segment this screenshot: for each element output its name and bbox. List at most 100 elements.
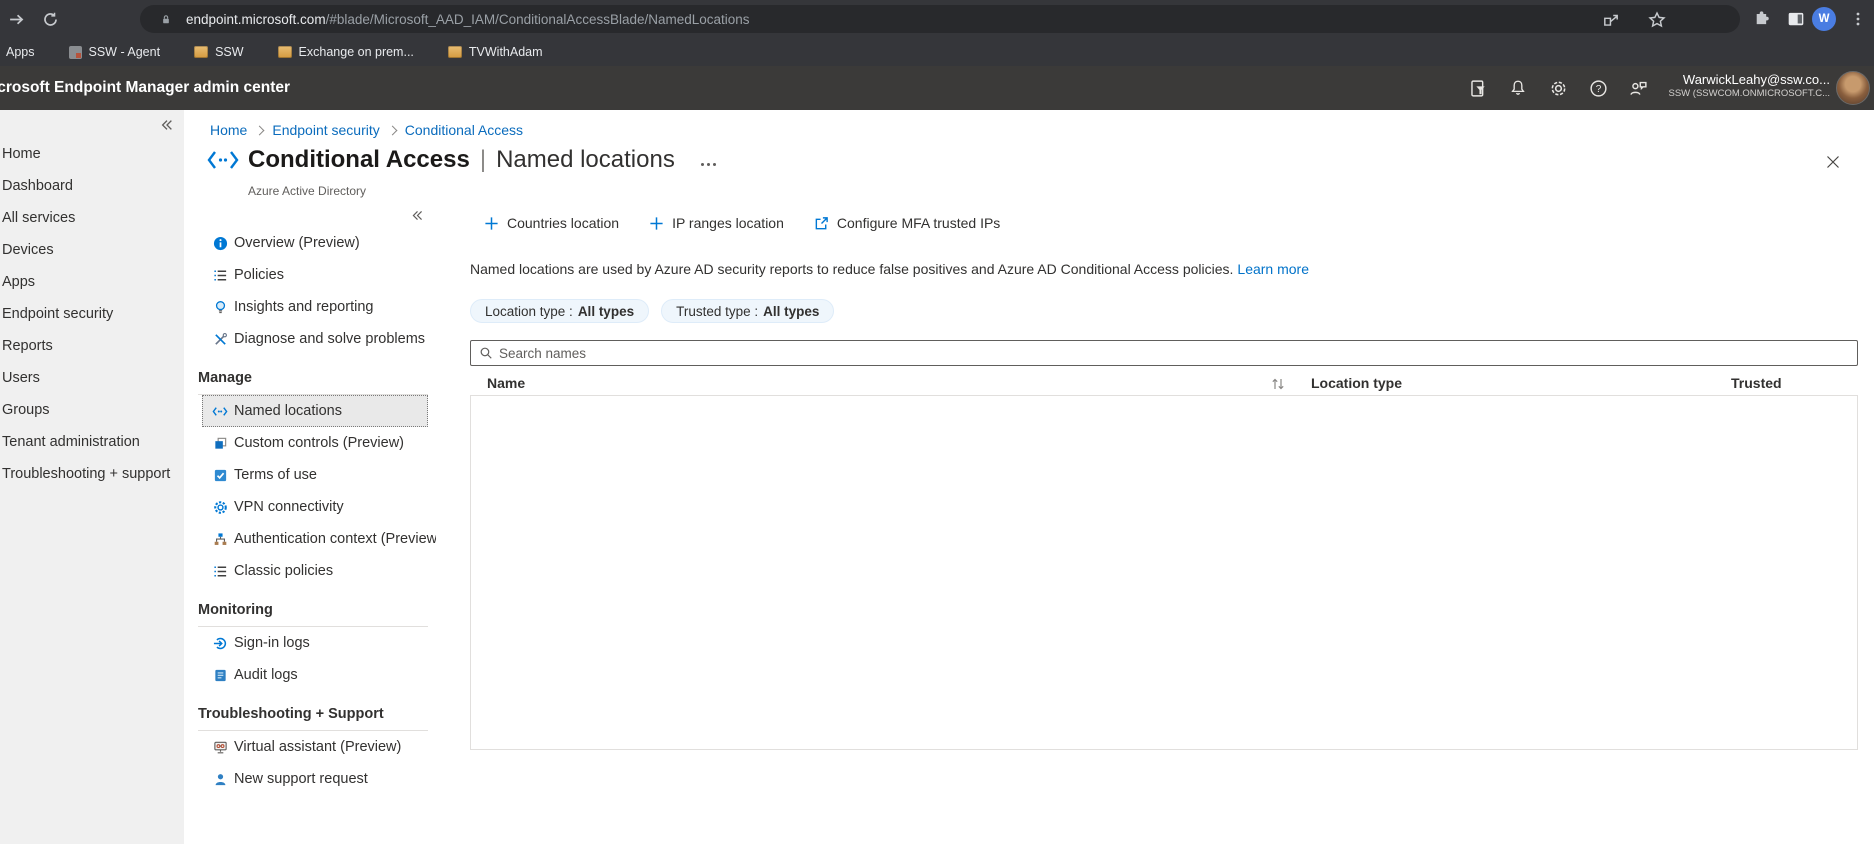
share-icon[interactable] (1602, 11, 1622, 31)
sidebar-item-home[interactable]: Home (0, 138, 184, 170)
overflow-menu-icon[interactable] (700, 155, 716, 166)
browser-profile-avatar[interactable]: W (1812, 7, 1836, 31)
list-icon (212, 267, 228, 283)
sidebar-item-dashboard[interactable]: Dashboard (0, 170, 184, 202)
breadcrumb-conditional-access[interactable]: Conditional Access (405, 122, 523, 138)
reload-icon[interactable] (38, 7, 62, 31)
sidebar-item-users[interactable]: Users (0, 362, 184, 394)
folder-icon (277, 46, 292, 58)
browser-menu-dots-icon[interactable] (1846, 7, 1870, 31)
menu-item-virtual-assistant[interactable]: Virtual assistant (Preview) (202, 731, 428, 763)
blade-content: Countries location IP ranges location Co… (470, 205, 1858, 750)
sidebar-collapse-icon[interactable] (160, 118, 174, 132)
menu-item-named-locations[interactable]: Named locations (202, 395, 428, 427)
admin-header: Microsoft Endpoint Manager admin center … (0, 66, 1874, 110)
support-person-icon (212, 771, 228, 787)
bookmark-star-icon[interactable] (1648, 11, 1668, 31)
sidebar-item-tenant-administration[interactable]: Tenant administration (0, 426, 184, 458)
sidebar-item-reports[interactable]: Reports (0, 330, 184, 362)
page-section-title: Named locations (496, 146, 675, 173)
external-link-icon (814, 216, 829, 231)
menu-item-policies[interactable]: Policies (202, 259, 428, 291)
bookmark-item[interactable]: TVWithAdam (447, 45, 543, 59)
audit-log-icon (212, 667, 228, 683)
menu-item-classic-policies[interactable]: Classic policies (202, 555, 428, 587)
menu-item-audit-logs[interactable]: Audit logs (202, 659, 428, 691)
sidebar-item-devices[interactable]: Devices (0, 234, 184, 266)
named-locations-icon (206, 147, 240, 173)
gear-icon (212, 499, 228, 515)
url-bar[interactable]: endpoint.microsoft.com/#blade/Microsoft_… (140, 5, 1740, 33)
menu-collapse-icon[interactable] (411, 209, 424, 222)
search-icon (479, 346, 493, 360)
chevron-right-icon (387, 125, 398, 135)
search-input[interactable] (499, 345, 1857, 361)
menu-item-terms-of-use[interactable]: Terms of use (202, 459, 428, 491)
breadcrumb: Home Endpoint security Conditional Acces… (210, 122, 523, 138)
bookmark-apps[interactable]: Apps (6, 45, 35, 59)
menu-item-overview[interactable]: Overview (Preview) (202, 227, 428, 259)
bookmark-item[interactable]: SSW (194, 45, 244, 59)
feedback-icon[interactable] (1627, 77, 1649, 99)
blade-menu: Overview (Preview) Policies Insights and… (184, 205, 436, 844)
menu-item-custom-controls[interactable]: Custom controls (Preview) (202, 427, 428, 459)
menu-section-manage: Manage (198, 370, 252, 386)
list-icon (212, 563, 228, 579)
main-sidebar: Home Dashboard All services Devices Apps… (0, 110, 184, 844)
bookmark-item[interactable]: SSW - Agent (68, 45, 160, 59)
lock-icon[interactable] (160, 13, 172, 26)
command-bar: Countries location IP ranges location Co… (470, 205, 1858, 241)
help-icon[interactable]: ? (1587, 77, 1609, 99)
sidebar-item-all-services[interactable]: All services (0, 202, 184, 234)
blade-subtitle: Azure Active Directory (248, 184, 367, 198)
lightbulb-icon (212, 299, 228, 315)
configure-mfa-trusted-ips-button[interactable]: Configure MFA trusted IPs (814, 215, 1000, 231)
close-icon[interactable] (1825, 154, 1841, 170)
sidebar-item-apps[interactable]: Apps (0, 266, 184, 298)
user-tenant: SSW (SSWCOM.ONMICROSOFT.C... (1668, 88, 1831, 99)
menu-item-vpn-connectivity[interactable]: VPN connectivity (202, 491, 428, 523)
plus-icon (649, 216, 664, 231)
side-panel-icon[interactable] (1784, 7, 1808, 31)
extensions-icon[interactable] (1750, 7, 1774, 31)
app-title[interactable]: Microsoft Endpoint Manager admin center (0, 79, 290, 97)
menu-section-troubleshooting: Troubleshooting + Support (198, 706, 384, 722)
plus-icon (484, 216, 499, 231)
location-type-filter[interactable]: Location type : All types (470, 299, 650, 323)
learn-more-link[interactable]: Learn more (1237, 261, 1309, 277)
menu-item-sign-in-logs[interactable]: Sign-in logs (202, 627, 428, 659)
sidebar-item-endpoint-security[interactable]: Endpoint security (0, 298, 184, 330)
page-title: Conditional Access (248, 146, 470, 173)
column-trusted[interactable]: Trusted (1731, 375, 1782, 391)
user-email: WarwickLeahy@ssw.co... (1682, 72, 1830, 87)
directories-filter-icon[interactable] (1467, 77, 1489, 99)
sign-in-icon (212, 635, 228, 651)
menu-item-new-support-request[interactable]: New support request (202, 763, 428, 795)
user-avatar[interactable] (1836, 71, 1870, 105)
menu-item-insights[interactable]: Insights and reporting (202, 291, 428, 323)
bookmark-item[interactable]: Exchange on prem... (277, 45, 414, 59)
chevron-right-icon (254, 125, 265, 135)
account-info[interactable]: WarwickLeahy@ssw.co... SSW (SSWCOM.ONMIC… (1669, 72, 1831, 100)
ip-ranges-location-button[interactable]: IP ranges location (649, 215, 784, 231)
menu-item-authentication-context[interactable]: Authentication context (Preview) (202, 523, 436, 555)
forward-icon[interactable] (4, 7, 28, 31)
check-square-icon (212, 467, 228, 483)
sidebar-item-groups[interactable]: Groups (0, 394, 184, 426)
tools-icon (212, 331, 228, 347)
page-title-row: Conditional Access | Named locations (206, 146, 716, 174)
virtual-assistant-icon (212, 739, 228, 755)
menu-item-diagnose[interactable]: Diagnose and solve problems (202, 323, 428, 355)
countries-location-button[interactable]: Countries location (484, 215, 619, 231)
sidebar-item-troubleshooting-support[interactable]: Troubleshooting + support (0, 458, 184, 490)
notifications-bell-icon[interactable] (1507, 77, 1529, 99)
column-location-type[interactable]: Location type (1311, 375, 1402, 391)
settings-gear-icon[interactable] (1547, 77, 1569, 99)
column-name[interactable]: Name (487, 375, 525, 391)
breadcrumb-home[interactable]: Home (210, 122, 247, 138)
named-locations-icon (212, 403, 228, 419)
sort-icon[interactable] (1270, 377, 1286, 391)
trusted-type-filter[interactable]: Trusted type : All types (661, 299, 835, 323)
breadcrumb-endpoint-security[interactable]: Endpoint security (272, 122, 379, 138)
conditional-access-blade: Home Endpoint security Conditional Acces… (184, 110, 1874, 844)
